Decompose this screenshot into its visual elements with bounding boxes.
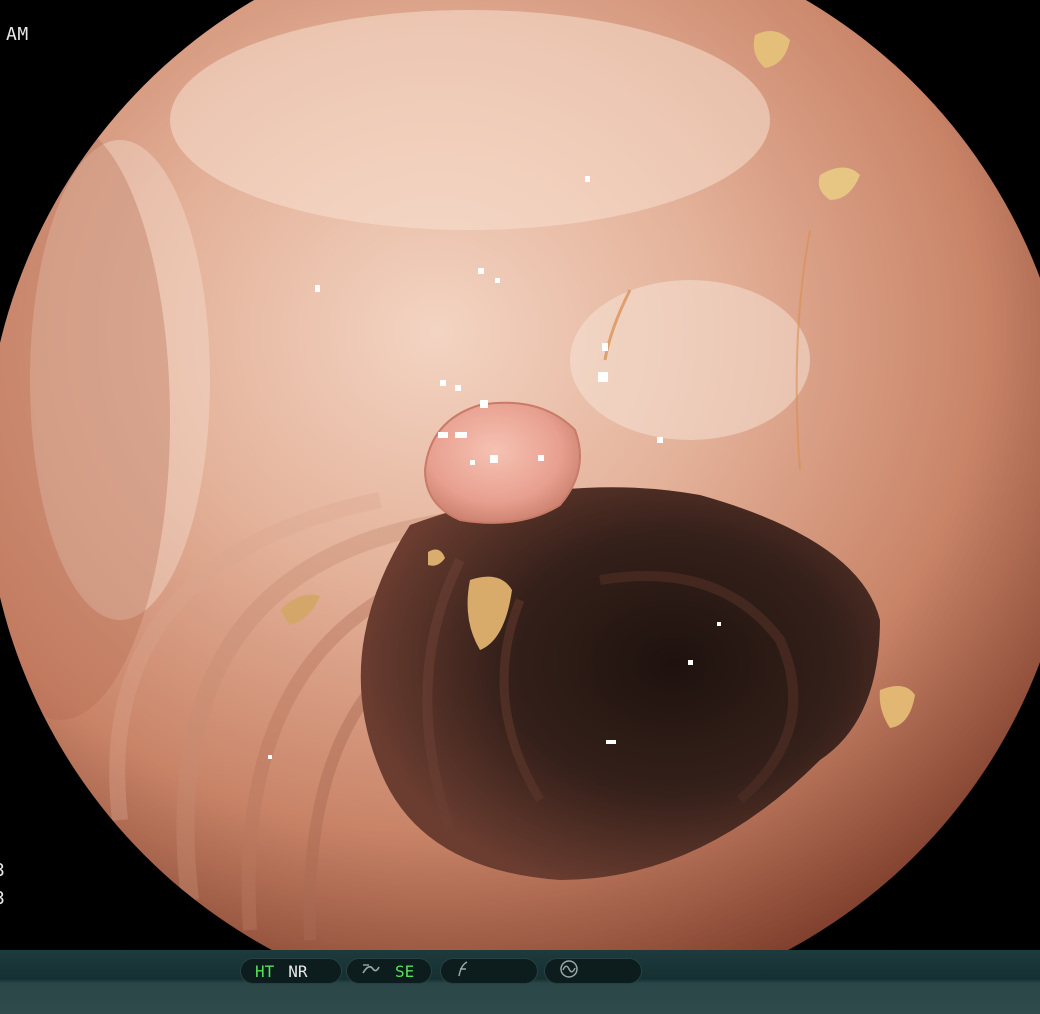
freeze-f-icon (455, 961, 471, 981)
status-group-ht-nr: HT NR (240, 958, 342, 984)
enhancement-curve-icon (361, 961, 381, 981)
waveform-circle-icon (559, 959, 579, 983)
overlay-mark-1: 3 (0, 860, 5, 881)
status-group-wave (544, 958, 642, 984)
endoscopic-image (0, 0, 1040, 950)
overlay-label-am: AM (6, 24, 29, 45)
status-group-f (440, 958, 538, 984)
endoscopy-screen: AM 3 3 HT NR SE (0, 0, 1040, 1014)
status-group-se: SE (346, 958, 432, 984)
status-se: SE (395, 961, 415, 981)
overlay-mark-2: 3 (0, 888, 5, 909)
status-ht: HT (255, 961, 275, 981)
status-nr: NR (288, 961, 308, 981)
